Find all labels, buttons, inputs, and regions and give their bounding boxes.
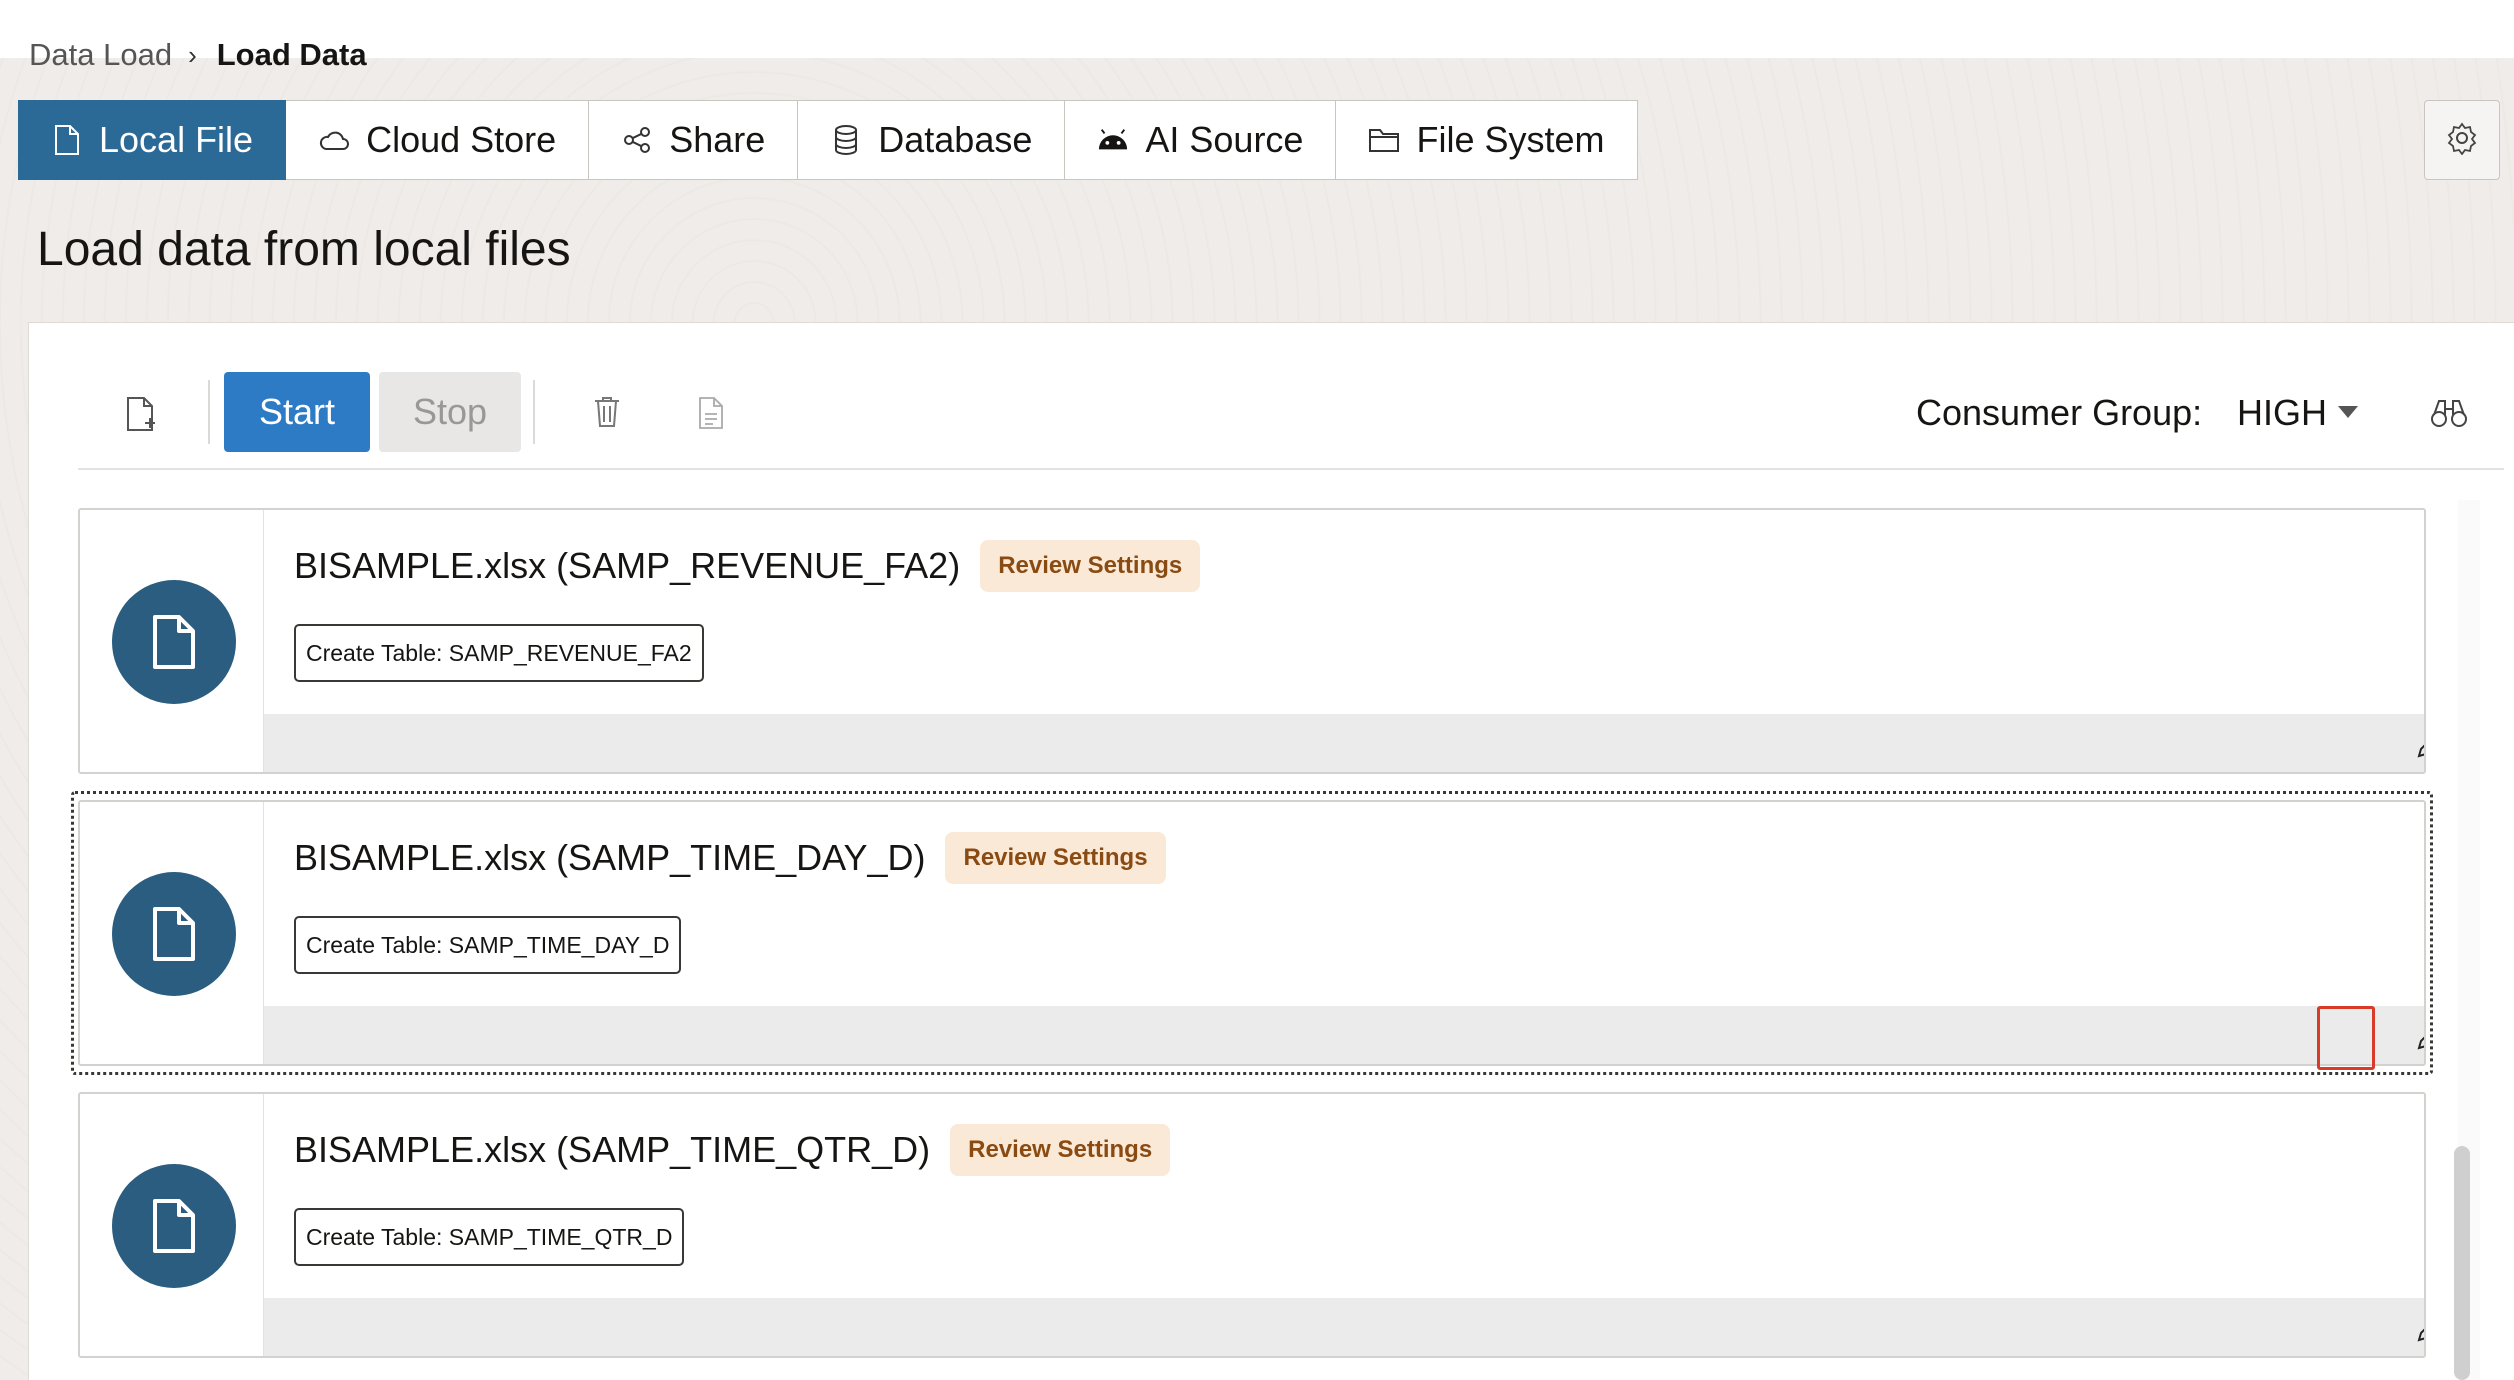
cloud-icon bbox=[318, 124, 350, 156]
share-icon bbox=[621, 124, 653, 156]
review-settings-badge[interactable]: Review Settings bbox=[980, 540, 1201, 592]
tab-share[interactable]: Share bbox=[589, 100, 799, 180]
create-table-chip[interactable]: Create Table: SAMP_REVENUE_FA2 bbox=[294, 624, 704, 682]
toolbar-divider bbox=[533, 380, 535, 444]
android-icon bbox=[1097, 124, 1129, 156]
tab-label: Cloud Store bbox=[366, 119, 557, 160]
file-card[interactable]: BISAMPLE.xlsx (SAMP_TIME_QTR_D) Review S… bbox=[78, 1092, 2426, 1358]
card-footer bbox=[264, 1298, 2424, 1356]
tab-label: File System bbox=[1416, 119, 1605, 160]
top-strip bbox=[0, 0, 2514, 58]
card-title: BISAMPLE.xlsx (SAMP_TIME_QTR_D) bbox=[294, 1129, 931, 1170]
pencil-icon[interactable] bbox=[2413, 1312, 2424, 1346]
folder-icon bbox=[1368, 124, 1400, 156]
file-icon bbox=[112, 580, 236, 704]
caret-down-icon[interactable] bbox=[2338, 406, 2358, 418]
scrollbar-thumb[interactable] bbox=[2454, 1146, 2470, 1380]
consumer-group-select[interactable]: HIGH bbox=[2237, 392, 2327, 434]
binoculars-icon[interactable] bbox=[2428, 394, 2470, 432]
tab-label: Local File bbox=[99, 119, 254, 160]
source-tabs: Local File Cloud Store Share Database AI… bbox=[18, 100, 1638, 180]
chevron-right-icon: › bbox=[188, 39, 197, 70]
tab-ai-source[interactable]: AI Source bbox=[1065, 100, 1337, 180]
tab-label: AI Source bbox=[1145, 119, 1304, 160]
tab-cloud-store[interactable]: Cloud Store bbox=[286, 100, 590, 180]
settings-button[interactable] bbox=[2424, 100, 2500, 180]
pencil-icon[interactable] bbox=[2413, 728, 2424, 762]
file-icon-column bbox=[80, 510, 264, 772]
card-title-row: BISAMPLE.xlsx (SAMP_REVENUE_FA2) Review … bbox=[294, 540, 1201, 592]
trash-icon[interactable] bbox=[590, 392, 624, 432]
card-title: BISAMPLE.xlsx (SAMP_REVENUE_FA2) bbox=[294, 545, 961, 586]
file-icon bbox=[112, 1164, 236, 1288]
review-settings-badge[interactable]: Review Settings bbox=[950, 1124, 1171, 1176]
create-table-chip[interactable]: Create Table: SAMP_TIME_QTR_D bbox=[294, 1208, 685, 1266]
toolbar-divider bbox=[208, 380, 210, 444]
tab-file-system[interactable]: File System bbox=[1336, 100, 1638, 180]
consumer-group-label: Consumer Group: bbox=[1916, 392, 2203, 433]
start-button[interactable]: Start bbox=[224, 372, 370, 452]
tab-label: Share bbox=[669, 119, 766, 160]
report-icon[interactable] bbox=[696, 394, 726, 432]
database-icon bbox=[830, 124, 862, 156]
gear-icon bbox=[2445, 121, 2479, 160]
card-footer bbox=[264, 714, 2424, 772]
page-title: Load data from local files bbox=[37, 223, 571, 276]
tab-label: Database bbox=[878, 119, 1033, 160]
add-file-icon[interactable] bbox=[120, 392, 162, 436]
tab-database[interactable]: Database bbox=[798, 100, 1066, 180]
file-icon bbox=[51, 124, 83, 156]
file-icon-column bbox=[80, 1094, 264, 1356]
focus-ring bbox=[71, 791, 2433, 1075]
stop-button[interactable]: Stop bbox=[379, 372, 521, 452]
tab-local-file[interactable]: Local File bbox=[18, 100, 287, 180]
toolbar-separator bbox=[78, 468, 2504, 470]
card-title-row: BISAMPLE.xlsx (SAMP_TIME_QTR_D) Review S… bbox=[294, 1124, 1171, 1176]
breadcrumb-data-load[interactable]: Data Load bbox=[29, 37, 172, 73]
breadcrumb: Data Load › Load Data bbox=[29, 33, 367, 77]
edit-highlight-box bbox=[2317, 1006, 2375, 1070]
breadcrumb-load-data: Load Data bbox=[216, 37, 367, 72]
file-card[interactable]: BISAMPLE.xlsx (SAMP_REVENUE_FA2) Review … bbox=[78, 508, 2426, 774]
